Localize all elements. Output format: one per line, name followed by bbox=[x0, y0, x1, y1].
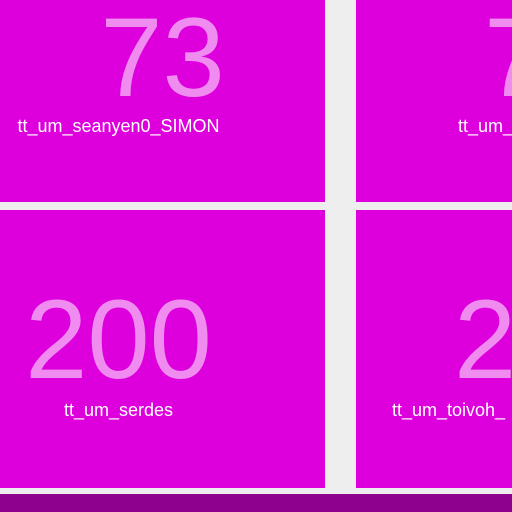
tile-label: tt_um_toivoh_ bbox=[392, 400, 506, 420]
tile-grid-screen: 73 tt_um_seanyen0_SIMON 7 tt_um_ 200 tt_… bbox=[0, 0, 512, 512]
project-tile-toivoh[interactable]: 2 tt_um_toivoh_ bbox=[356, 210, 512, 488]
tile-count: 2 bbox=[454, 277, 512, 402]
bottom-bar bbox=[0, 494, 512, 512]
tile-label: tt_um_seanyen0_SIMON bbox=[17, 116, 220, 136]
project-tile-partial-top-right[interactable]: 7 tt_um_ bbox=[356, 0, 512, 202]
tile-label: tt_um_serdes bbox=[63, 400, 174, 420]
tile-count: 7 bbox=[484, 2, 512, 114]
tile-count: 200 bbox=[25, 277, 212, 402]
project-tile-serdes[interactable]: 200 tt_um_serdes bbox=[0, 210, 325, 488]
tile-label: tt_um_ bbox=[458, 116, 512, 136]
tile-count: 73 bbox=[100, 0, 225, 120]
project-tile-seanyen0-simon[interactable]: 73 tt_um_seanyen0_SIMON bbox=[0, 0, 325, 202]
